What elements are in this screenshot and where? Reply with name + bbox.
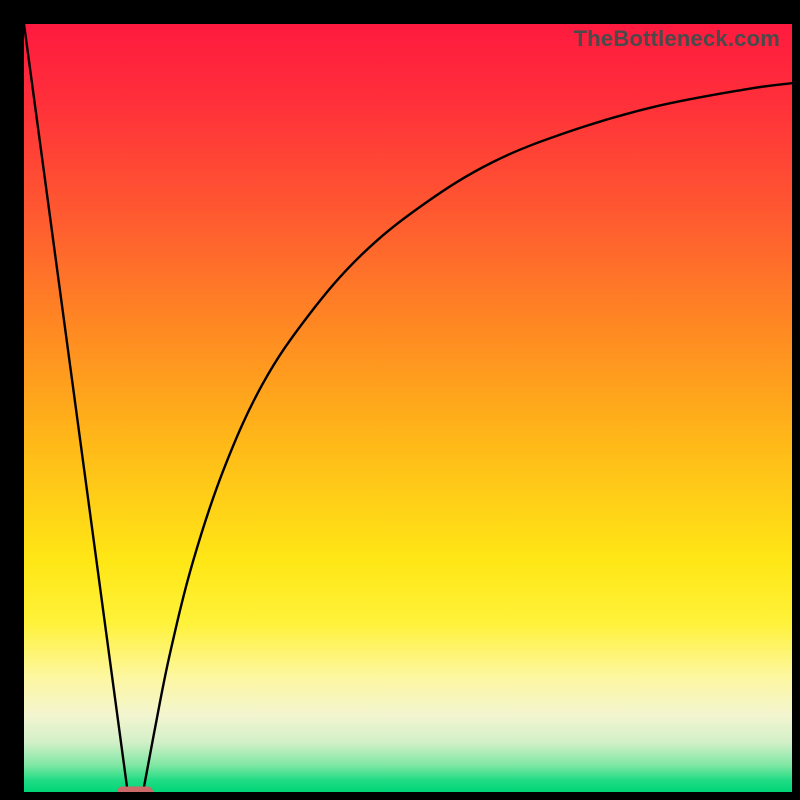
chart-frame: TheBottleneck.com	[0, 0, 800, 800]
chart-svg	[24, 24, 792, 792]
watermark-text: TheBottleneck.com	[574, 26, 780, 52]
plot-area: TheBottleneck.com	[24, 24, 792, 792]
gradient-background	[24, 24, 792, 792]
vertex-marker	[117, 787, 153, 793]
